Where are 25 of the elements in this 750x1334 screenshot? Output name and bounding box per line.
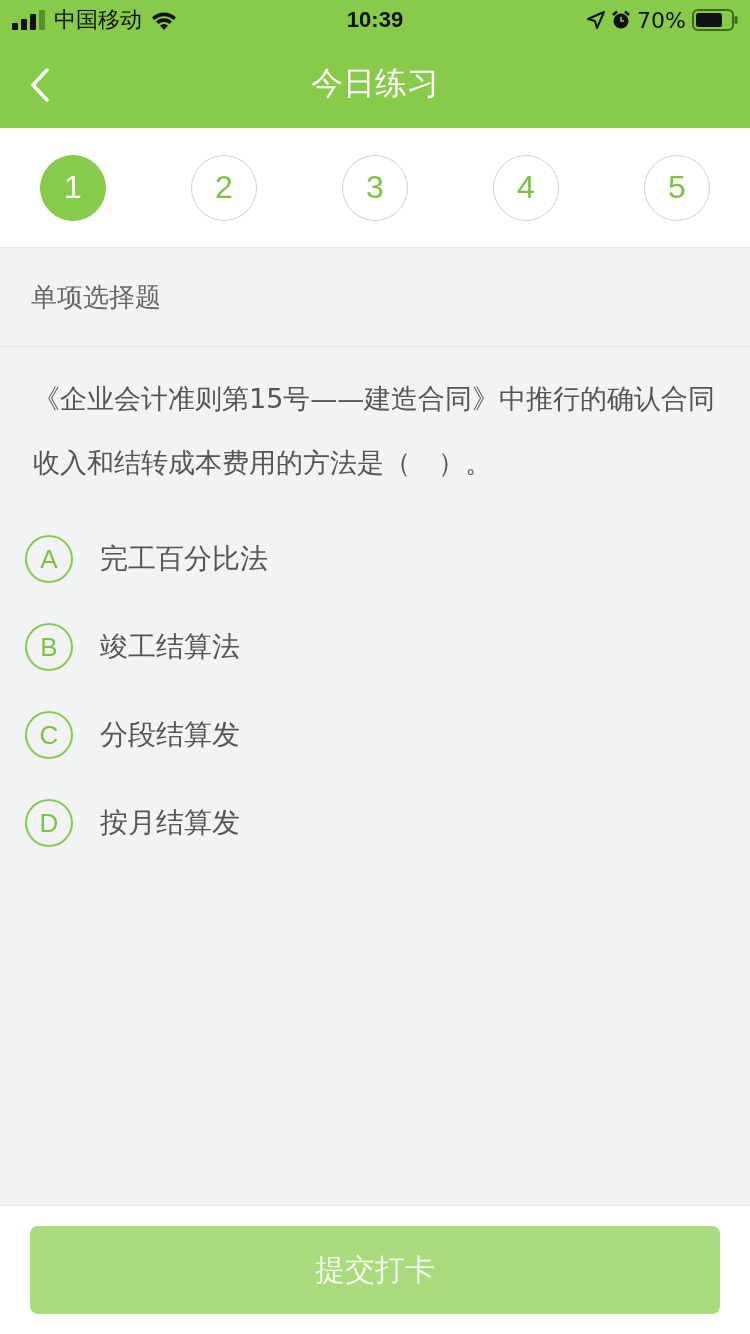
question-number-tab[interactable]: 1 — [40, 154, 106, 221]
signal-icon — [12, 10, 46, 30]
clock-time: 10:39 — [346, 7, 404, 33]
page-title: 今日练习 — [311, 63, 439, 104]
battery-percent: 70% — [637, 7, 686, 33]
question-number-tab[interactable]: 5 — [644, 154, 710, 221]
option-text[interactable]: 竣工结算法 — [100, 628, 240, 666]
question-number-tab[interactable]: 4 — [493, 154, 559, 221]
location-arrow-icon — [587, 11, 606, 29]
question-number-tab[interactable]: 2 — [191, 154, 257, 221]
question-number-tab[interactable]: 3 — [342, 154, 408, 221]
carrier-name: 中国移动 — [54, 6, 142, 34]
option-text[interactable]: 按月结算发 — [100, 804, 240, 842]
section-title: 单项选择题 — [31, 280, 161, 314]
battery-icon — [692, 9, 738, 31]
option-letter[interactable]: B — [25, 623, 73, 671]
option-letter[interactable]: D — [25, 799, 73, 847]
option-text[interactable]: 完工百分比法 — [100, 540, 268, 578]
alarm-clock-icon — [611, 10, 632, 30]
wifi-icon — [150, 10, 178, 30]
back-chevron-icon — [30, 68, 50, 102]
option-text[interactable]: 分段结算发 — [100, 716, 240, 754]
question-text: 《企业会计准则第15号——建造合同》中推行的确认合同收入和结转成本费用的方法是（ ）。 — [33, 382, 717, 480]
option-letter[interactable]: C — [25, 711, 73, 759]
option-letter[interactable]: A — [25, 535, 73, 583]
